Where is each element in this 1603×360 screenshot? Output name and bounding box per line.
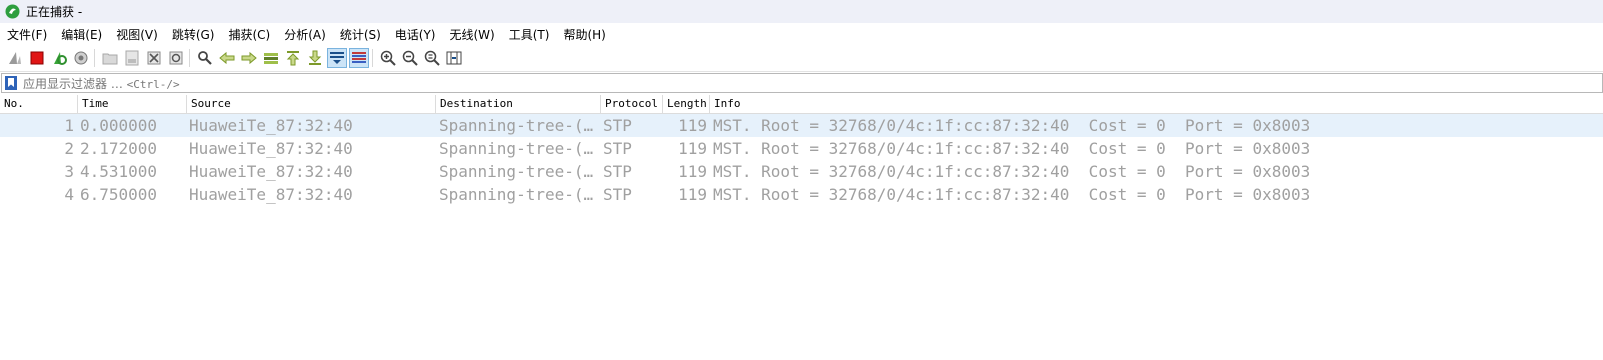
display-filter-bar[interactable]: 应用显示过滤器 … <Ctrl-/> (1, 73, 1603, 93)
toolbar-separator (372, 49, 373, 67)
packet-row[interactable]: 4 6.750000 HuaweiTe_87:32:40 Spanning-tr… (0, 183, 1603, 206)
wireshark-app-icon (5, 4, 20, 19)
resize-columns-icon[interactable] (444, 48, 464, 68)
packet-info: MST. Root = 32768/0/4c:1f:cc:87:32:40 Co… (713, 139, 1311, 158)
packet-protocol: STP (603, 185, 632, 204)
menu-go[interactable]: 跳转(G) (165, 26, 222, 43)
column-header-time[interactable]: Time (78, 95, 187, 113)
packet-destination: Spanning-tree-(… (439, 185, 594, 204)
window-title: 正在捕获 - (26, 5, 83, 19)
packet-no: 3 (64, 162, 74, 181)
packet-info: MST. Root = 32768/0/4c:1f:cc:87:32:40 Co… (713, 162, 1311, 181)
packet-row[interactable]: 3 4.531000 HuaweiTe_87:32:40 Spanning-tr… (0, 160, 1603, 183)
menu-help[interactable]: 帮助(H) (556, 26, 612, 43)
packet-time: 4.531000 (80, 162, 158, 181)
zoom-in-icon[interactable] (378, 48, 398, 68)
packet-no: 4 (64, 185, 74, 204)
go-to-packet-icon[interactable] (261, 48, 281, 68)
restart-capture-icon[interactable] (49, 48, 69, 68)
display-filter-input[interactable]: 应用显示过滤器 … <Ctrl-/> (23, 75, 180, 92)
capture-options-icon[interactable] (71, 48, 91, 68)
packet-length: 119 (678, 139, 707, 158)
auto-scroll-icon[interactable] (327, 48, 347, 68)
menu-wireless[interactable]: 无线(W) (443, 26, 502, 43)
zoom-out-icon[interactable] (400, 48, 420, 68)
column-header-source[interactable]: Source (187, 95, 436, 113)
column-header-destination[interactable]: Destination (436, 95, 601, 113)
packet-length: 119 (678, 162, 707, 181)
filter-placeholder-text: 应用显示过滤器 … (23, 76, 123, 91)
menu-bar: 文件(F) 编辑(E) 视图(V) 跳转(G) 捕获(C) 分析(A) 统计(S… (0, 23, 1603, 45)
menu-edit[interactable]: 编辑(E) (54, 26, 109, 43)
packet-time: 0.000000 (80, 116, 158, 135)
menu-analyze[interactable]: 分析(A) (277, 26, 333, 43)
menu-file[interactable]: 文件(F) (0, 26, 54, 43)
filter-bookmark-icon[interactable] (4, 75, 18, 91)
column-header-no[interactable]: No. (0, 95, 78, 113)
packet-protocol: STP (603, 139, 632, 158)
packet-source: HuaweiTe_87:32:40 (189, 185, 353, 204)
packet-source: HuaweiTe_87:32:40 (189, 139, 353, 158)
column-header-protocol[interactable]: Protocol (601, 95, 663, 113)
packet-length: 119 (678, 185, 707, 204)
packet-list: 1 0.000000 HuaweiTe_87:32:40 Spanning-tr… (0, 114, 1603, 206)
shark-fin-start-icon[interactable] (5, 48, 25, 68)
packet-source: HuaweiTe_87:32:40 (189, 162, 353, 181)
go-first-icon[interactable] (283, 48, 303, 68)
packet-length: 119 (678, 116, 707, 135)
packet-destination: Spanning-tree-(… (439, 116, 594, 135)
filter-shortcut-hint: <Ctrl-/> (126, 77, 180, 91)
packet-protocol: STP (603, 116, 632, 135)
colorize-icon[interactable] (349, 48, 369, 68)
close-file-icon[interactable] (144, 48, 164, 68)
packet-info: MST. Root = 32768/0/4c:1f:cc:87:32:40 Co… (713, 185, 1311, 204)
toolbar-separator (94, 49, 95, 67)
column-header-length[interactable]: Length (663, 95, 710, 113)
menu-statistics[interactable]: 统计(S) (333, 26, 388, 43)
packet-time: 2.172000 (80, 139, 158, 158)
go-last-icon[interactable] (305, 48, 325, 68)
packet-no: 2 (64, 139, 74, 158)
find-icon[interactable] (195, 48, 215, 68)
packet-row[interactable]: 1 0.000000 HuaweiTe_87:32:40 Spanning-tr… (0, 114, 1603, 137)
packet-no: 1 (64, 116, 74, 135)
toolbar-separator (189, 49, 190, 67)
save-file-icon[interactable] (122, 48, 142, 68)
packet-time: 6.750000 (80, 185, 158, 204)
open-file-icon[interactable] (100, 48, 120, 68)
main-toolbar (0, 45, 1603, 72)
go-forward-icon[interactable] (239, 48, 259, 68)
normal-size-icon[interactable] (422, 48, 442, 68)
packet-destination: Spanning-tree-(… (439, 162, 594, 181)
stop-icon[interactable] (27, 48, 47, 68)
packet-protocol: STP (603, 162, 632, 181)
menu-view[interactable]: 视图(V) (109, 26, 165, 43)
packet-list-header: No. Time Source Destination Protocol Len… (0, 95, 1603, 114)
column-header-info[interactable]: Info (710, 95, 1603, 113)
packet-source: HuaweiTe_87:32:40 (189, 116, 353, 135)
go-back-icon[interactable] (217, 48, 237, 68)
packet-destination: Spanning-tree-(… (439, 139, 594, 158)
reload-file-icon[interactable] (166, 48, 186, 68)
menu-tools[interactable]: 工具(T) (502, 26, 557, 43)
packet-info: MST. Root = 32768/0/4c:1f:cc:87:32:40 Co… (713, 116, 1311, 135)
menu-telephony[interactable]: 电话(Y) (388, 26, 443, 43)
menu-capture[interactable]: 捕获(C) (221, 26, 277, 43)
title-bar: 正在捕获 - (0, 0, 1603, 23)
packet-row[interactable]: 2 2.172000 HuaweiTe_87:32:40 Spanning-tr… (0, 137, 1603, 160)
